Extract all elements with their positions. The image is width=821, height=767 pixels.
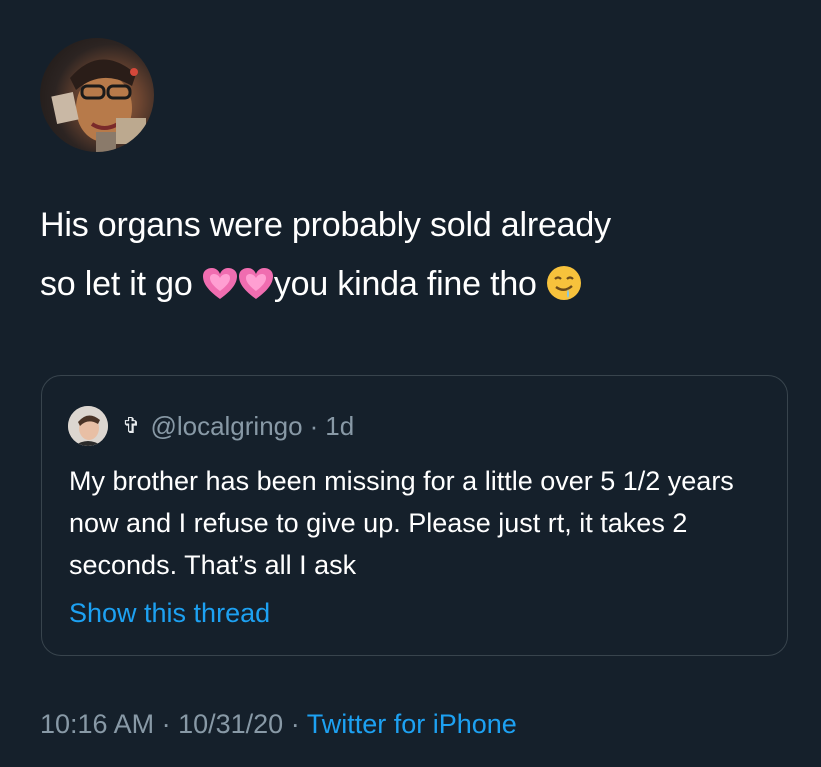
quoted-separator: · [309,410,319,441]
quoted-author-avatar[interactable] [68,406,108,446]
growing-heart-icon [202,261,238,320]
quoted-author-handle[interactable]: @localgringo [150,411,302,442]
drooling-face-icon [546,261,582,320]
growing-heart-icon [238,261,274,320]
quoted-tweet-text: My brother has been missing for a little… [69,466,734,580]
tweet-text-segment: you kinda fine tho [273,265,546,303]
quoted-tweet-header: ✞ @localgringo · 1d [68,406,354,446]
quoted-tweet-card[interactable]: ✞ @localgringo · 1d My brother has been … [41,375,788,656]
tweet-time[interactable]: 10:16 AM [40,709,154,739]
meta-separator: · [283,709,307,739]
meta-separator: · [154,709,179,739]
tweet-text-line-1: His organs were probably sold already [40,206,611,244]
tweet-text: His organs were probably sold already so… [40,196,800,320]
author-avatar[interactable] [40,38,154,152]
tweet-date[interactable]: 10/31/20 [178,709,283,739]
tweet-metadata: 10:16 AM · 10/31/20 · Twitter for iPhone [40,709,517,740]
latin-cross-icon: ✞ [122,413,141,439]
tweet-text-segment: so let it go [40,265,202,303]
quoted-timestamp[interactable]: 1d [325,411,354,442]
show-thread-link[interactable]: Show this thread [69,598,270,629]
tweet-text-line-2: so let it go you kinda fine tho [40,255,800,320]
tweet-source-link[interactable]: Twitter for iPhone [307,709,517,739]
author-avatar-image [51,59,146,152]
